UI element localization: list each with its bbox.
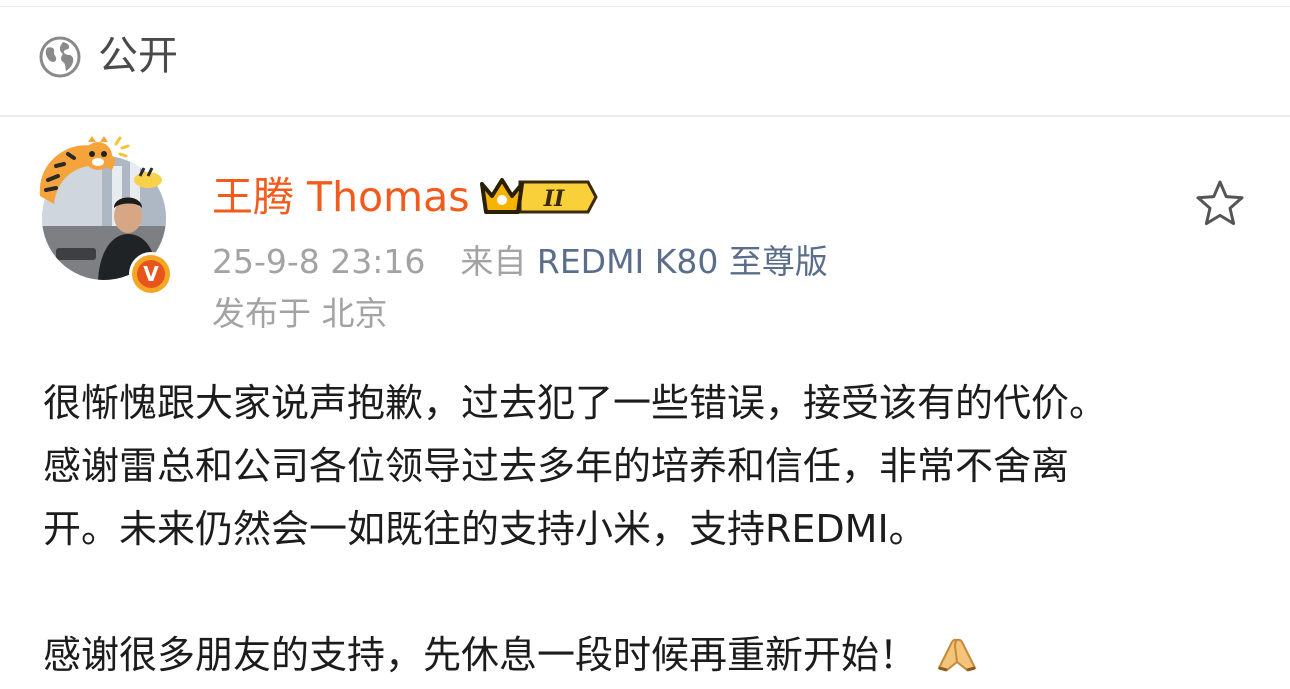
post-line: 感谢雷总和公司各位领导过去多年的培养和信任，非常不舍离 — [43, 444, 1070, 488]
visibility-label: 公开 — [98, 33, 178, 79]
location: 发布于 北京 — [212, 294, 388, 333]
tiger-tail-icon — [134, 167, 162, 188]
star-outline-icon[interactable] — [1194, 178, 1246, 230]
tiger-sticker-icon — [39, 136, 130, 204]
section-divider — [0, 115, 1290, 117]
device-link[interactable]: REDMI K80 至尊版 — [537, 242, 828, 281]
badge-level-text: II — [543, 186, 565, 212]
visibility-row[interactable]: 公开 — [0, 7, 1290, 115]
post-line-last: 感谢很多朋友的支持，先休息一段时候再重新开始！ — [43, 624, 1263, 687]
verified-badge: V — [129, 252, 173, 296]
post-line: 很惭愧跟大家说声抱歉，过去犯了一些错误，接受该有的代价。 — [43, 381, 1108, 425]
folded-hands-icon — [937, 638, 977, 672]
timestamp: 25-9-8 23:16 — [212, 242, 426, 281]
globe-icon — [39, 36, 81, 78]
source-prefix: 来自 — [460, 242, 527, 281]
crown-badge-icon[interactable]: II — [480, 172, 598, 222]
post-body: 很惭愧跟大家说声抱歉，过去犯了一些错误，接受该有的代价。 感谢雷总和公司各位领导… — [43, 372, 1263, 687]
post-meta: 25-9-8 23:16 来自 REDMI K80 至尊版 — [212, 240, 828, 284]
post-line: 开。未来仍然会一如既往的支持小米，支持REDMI。 — [43, 507, 927, 551]
verified-v-icon: V — [137, 260, 165, 288]
author-name[interactable]: 王腾 Thomas — [212, 172, 470, 222]
